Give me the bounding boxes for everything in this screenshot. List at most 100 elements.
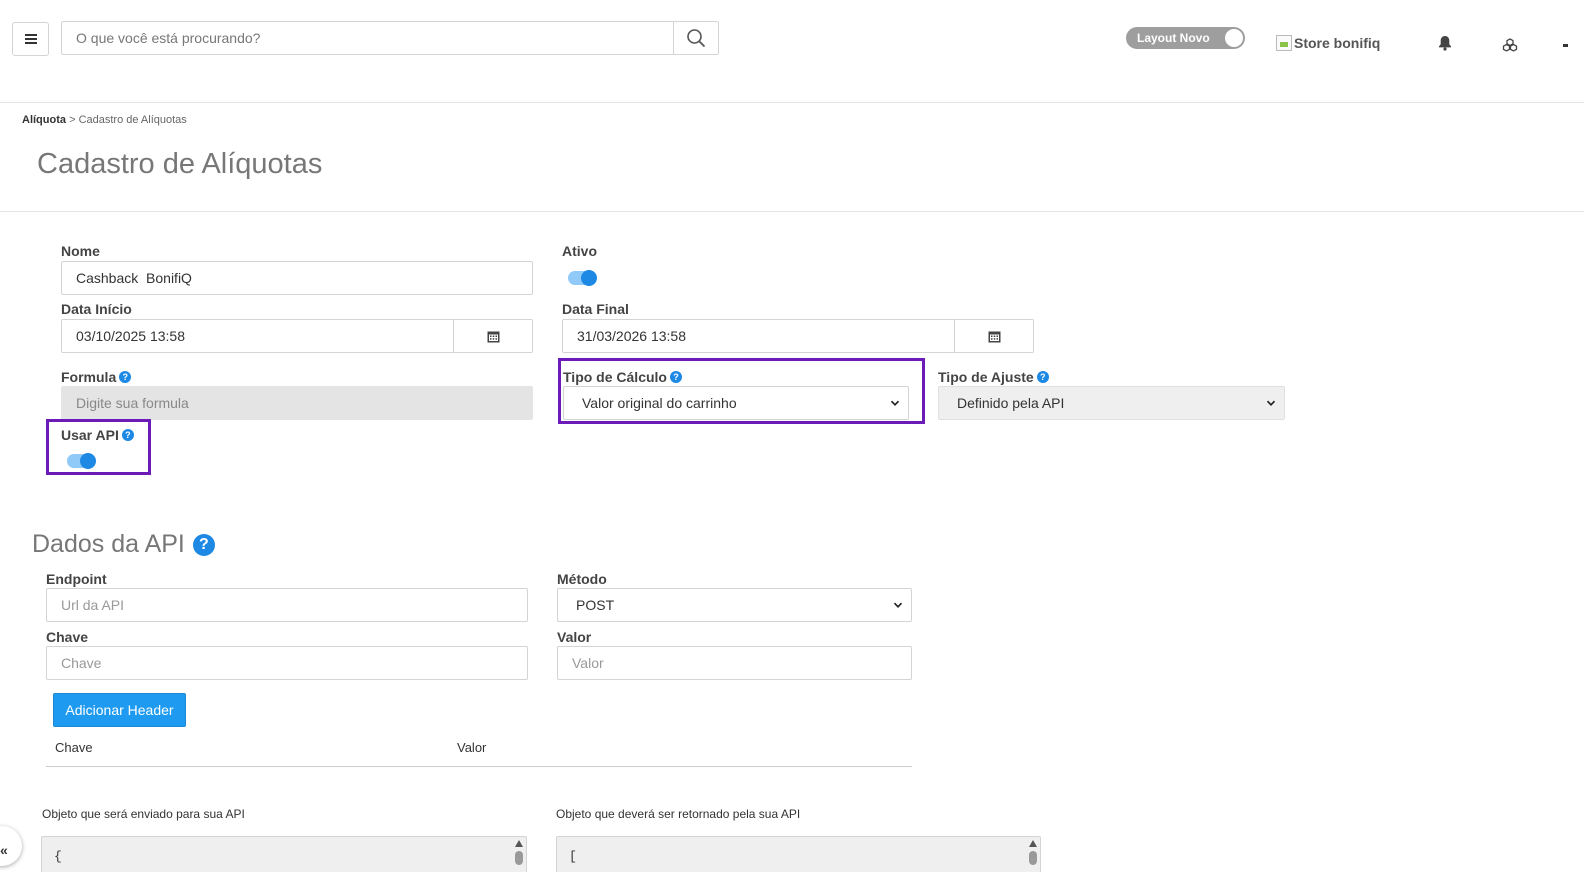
request-object-content: { [54, 849, 62, 864]
response-object-content: [ [569, 849, 577, 864]
request-object-label: Objeto que será enviado para sua API [42, 807, 245, 821]
nome-input[interactable] [62, 262, 532, 294]
scrollbar[interactable] [514, 840, 524, 872]
nome-label-text: Nome [61, 243, 100, 259]
scrollbar[interactable] [1028, 840, 1038, 872]
section-title-text: Dados da API [32, 530, 185, 558]
layout-novo-label: Layout Novo [1137, 31, 1210, 45]
formula-label-text: Formula [61, 369, 117, 385]
help-icon[interactable]: ? [192, 533, 215, 556]
top-header: Layout Novo Store bonifiq [0, 0, 1584, 103]
search-button[interactable] [673, 22, 718, 54]
metodo-label: Método [557, 571, 607, 587]
help-icon[interactable]: ? [1036, 371, 1049, 383]
metodo-label-text: Método [557, 571, 607, 587]
chave-field-wrapper [46, 646, 528, 680]
chevron-down-icon [1266, 400, 1276, 407]
request-object-editor[interactable]: { [41, 836, 527, 872]
add-header-button[interactable]: Adicionar Header [53, 693, 186, 727]
formula-label: Formula? [61, 369, 132, 385]
formula-input [62, 387, 532, 419]
broken-image-icon [1276, 35, 1292, 51]
usar-api-toggle[interactable] [67, 453, 96, 469]
endpoint-label: Endpoint [46, 571, 107, 587]
scroll-up-icon[interactable] [1029, 840, 1037, 847]
toggle-knob [581, 270, 597, 286]
page-title: Cadastro de Alíquotas [37, 148, 323, 180]
calendar-icon [988, 331, 1000, 342]
data-inicio-label: Data Início [61, 301, 132, 317]
nome-label: Nome [61, 243, 100, 259]
ativo-label: Ativo [562, 243, 597, 259]
chevron-down-icon [893, 602, 903, 609]
response-object-editor[interactable]: [ [556, 836, 1041, 872]
tipo-ajuste-select[interactable]: Definido pela API [938, 386, 1285, 420]
chevron-down-icon [890, 400, 900, 407]
tipo-calculo-select[interactable]: Valor original do carrinho [563, 386, 909, 420]
formula-field-wrapper [61, 386, 533, 420]
breadcrumb-separator: > [69, 114, 76, 126]
data-inicio-label-text: Data Início [61, 301, 132, 317]
calendar-icon [487, 331, 499, 342]
help-icon[interactable]: ? [669, 371, 682, 383]
search-bar [61, 21, 719, 55]
store-logo-alt-text: Store bonifiq [1294, 35, 1381, 51]
metodo-select[interactable]: POST [557, 588, 912, 622]
more-options-button[interactable] [1563, 44, 1568, 47]
tipo-calculo-label: Tipo de Cálculo? [563, 369, 682, 385]
toggle-knob [1225, 29, 1243, 47]
tipo-calculo-label-text: Tipo de Cálculo [563, 369, 667, 385]
section-title-dados-api: Dados da API ? [32, 530, 215, 559]
scroll-thumb[interactable] [515, 851, 523, 865]
data-final-calendar-button[interactable] [954, 320, 1033, 352]
breadcrumb: Alíquota > Cadastro de Alíquotas [22, 114, 187, 126]
chave-input[interactable] [47, 647, 527, 679]
nome-field-wrapper [61, 261, 533, 295]
tipo-calculo-selected: Valor original do carrinho [582, 395, 737, 411]
double-chevron-left-icon: « [0, 842, 8, 858]
headers-table-column-valor: Valor [457, 740, 487, 755]
breadcrumb-link-aliquota[interactable]: Alíquota [22, 114, 66, 126]
metodo-selected: POST [576, 597, 615, 613]
store-logo[interactable]: Store bonifiq [1276, 35, 1380, 51]
headers-table-column-chave: Chave [55, 740, 93, 755]
data-final-label: Data Final [562, 301, 629, 317]
data-final-field-wrapper [562, 319, 1034, 353]
help-icon[interactable]: ? [121, 429, 134, 441]
usar-api-label-text: Usar API [61, 427, 119, 443]
scroll-up-icon[interactable] [515, 840, 523, 847]
usar-api-label: Usar API? [61, 427, 134, 443]
valor-input[interactable] [558, 647, 911, 679]
hamburger-icon [24, 34, 37, 44]
data-inicio-field-wrapper [61, 319, 533, 353]
ativo-label-text: Ativo [562, 243, 597, 259]
breadcrumb-current: Cadastro de Alíquotas [78, 114, 187, 126]
data-inicio-input[interactable] [62, 320, 453, 352]
tipo-ajuste-selected: Definido pela API [957, 395, 1065, 411]
search-input[interactable] [62, 22, 673, 54]
divider [0, 211, 1584, 212]
response-object-label: Objeto que deverá ser retornado pela sua… [556, 807, 801, 821]
bell-icon [1439, 36, 1451, 51]
headers-table-divider [46, 766, 912, 767]
notifications-button[interactable] [1438, 35, 1452, 56]
endpoint-field-wrapper [46, 588, 528, 622]
valor-label: Valor [557, 629, 591, 645]
data-final-input[interactable] [563, 320, 954, 352]
data-inicio-calendar-button[interactable] [453, 320, 532, 352]
help-icon[interactable]: ? [119, 371, 132, 383]
valor-field-wrapper [557, 646, 912, 680]
layout-novo-toggle[interactable]: Layout Novo [1126, 27, 1245, 49]
cubes-icon [1502, 38, 1518, 52]
valor-label-text: Valor [557, 629, 592, 645]
endpoint-label-text: Endpoint [46, 571, 107, 587]
hamburger-menu-button[interactable] [12, 22, 49, 56]
ativo-toggle[interactable] [568, 270, 597, 286]
search-icon [687, 29, 706, 48]
integrations-button[interactable] [1502, 38, 1518, 57]
tipo-ajuste-label-text: Tipo de Ajuste [938, 369, 1034, 385]
endpoint-input[interactable] [47, 589, 527, 621]
sidebar-collapse-button[interactable]: « [0, 826, 22, 866]
toggle-knob [80, 453, 96, 469]
scroll-thumb[interactable] [1029, 851, 1037, 865]
